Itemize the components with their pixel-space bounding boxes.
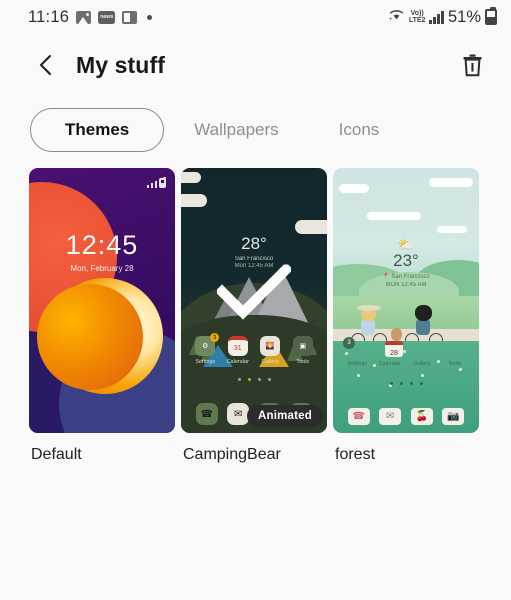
status-bar: 11:16 news + Vo)) LTE2 51% (0, 0, 511, 34)
decor-orange-orb (37, 284, 143, 390)
preview-app-settings: Settings (342, 361, 372, 367)
preview-app-row: Settings Calendar Gallery Tools (333, 361, 479, 367)
calendar-icon: 28 (385, 341, 403, 357)
cloud-icon (367, 212, 421, 220)
tab-icons[interactable]: Icons (309, 108, 410, 152)
preview-app-tools: Tools (440, 361, 470, 367)
wifi-icon: + (388, 8, 405, 27)
notification-badge: 3 (210, 333, 220, 342)
cloud-icon (181, 194, 207, 207)
photo-icon (76, 10, 92, 24)
preview-app-label: Gallery (413, 361, 431, 367)
trash-icon (463, 54, 481, 77)
preview-app-label: Settings (347, 361, 368, 367)
battery-icon (485, 7, 497, 25)
preview-page-indicator (181, 378, 327, 381)
theme-name-default: Default (31, 446, 82, 463)
animated-badge: Animated (247, 405, 323, 427)
cloud-icon (181, 172, 201, 183)
preview-location: 📍 San Francisco (382, 274, 430, 280)
preview-app-calendar: Calendar (375, 361, 405, 367)
status-bar-clock: 11:16 (28, 7, 70, 26)
gallery-icon: 🌄 (260, 336, 281, 356)
notification-badge: 3 (343, 337, 355, 349)
split-screen-icon (122, 10, 138, 24)
messages-icon: ✉ (379, 408, 402, 425)
svg-text:+: + (389, 17, 393, 22)
preview-app-gallery: Gallery (407, 361, 437, 367)
cloud-icon (437, 226, 467, 233)
app-bar: My stuff (0, 34, 511, 96)
preview-app-calendar: 31 Calendar (223, 336, 253, 365)
back-chevron-icon (39, 55, 51, 75)
theme-name-campingbear: CampingBear (183, 446, 281, 463)
gear-icon: ⚙ 3 (195, 333, 220, 356)
back-button[interactable] (30, 50, 60, 80)
status-bar-left: 11:16 news (28, 7, 153, 27)
preview-date: Mon, February 28 (70, 264, 134, 273)
preview-app-tools: ▣ Tools (288, 336, 318, 365)
cloud-icon (429, 178, 473, 187)
tab-themes[interactable]: Themes (30, 108, 165, 152)
camera-icon: 📷 (442, 408, 465, 425)
preview-app-label: Tools (448, 361, 462, 367)
status-bar-right: + Vo)) LTE2 51% (388, 7, 497, 27)
selected-check-icon (214, 262, 294, 326)
cloud-icon (339, 184, 369, 193)
battery-percent: 51% (447, 7, 481, 26)
theme-card-forest[interactable]: ⛅ 23° 📍 San Francisco MON 12:45 AM Setti… (333, 168, 479, 464)
preview-status-bar (146, 175, 166, 188)
preview-app-gallery: 🌄 Gallery (255, 336, 285, 365)
tab-wallpapers[interactable]: Wallpapers (164, 108, 308, 152)
tools-icon: ▣ (292, 336, 313, 356)
theme-list[interactable]: 12:45 Mon, February 28 Default 28° San F… (0, 168, 511, 464)
preview-app-label: Settings (195, 359, 216, 365)
calendar-icon: 31 (227, 336, 248, 356)
preview-time: 12:45 (65, 230, 139, 260)
phone-icon: ☎ (347, 408, 370, 425)
preview-dock: ☎ ✉ 🍒 📷 (333, 408, 479, 425)
page-title: My stuff (76, 51, 165, 78)
preview-app-label: Tools (296, 359, 310, 365)
theme-preview-default[interactable]: 12:45 Mon, February 28 (29, 168, 175, 433)
preview-temperature: 28° (241, 234, 267, 253)
preview-temperature: 23° (393, 251, 419, 270)
preview-app-row: ⚙ 3 Settings 31 Calendar 🌄 Gallery ▣ Too… (181, 333, 327, 365)
theme-card-campingbear[interactable]: 28° San Francisco Mon 12:45 AM ⚙ 3 Setti… (181, 168, 327, 464)
preview-location: San Francisco (234, 256, 274, 262)
signal-bars-icon (429, 10, 444, 24)
preview-app-label: Gallery (261, 359, 279, 365)
theme-preview-campingbear[interactable]: 28° San Francisco Mon 12:45 AM ⚙ 3 Setti… (181, 168, 327, 433)
card-icon: news (98, 10, 116, 24)
cloud-icon (295, 220, 327, 234)
delete-button[interactable] (455, 48, 489, 82)
preview-datetime: MON 12:45 AM (385, 282, 427, 288)
volte-icon: Vo)) LTE2 (408, 10, 426, 24)
preview-app-label: Calendar (378, 361, 401, 367)
bear-figure (391, 328, 402, 341)
messages-icon: ✉ (227, 403, 250, 425)
theme-name-forest: forest (335, 446, 376, 463)
phone-icon: ☎ (195, 403, 218, 425)
preview-lockscreen-clock: 12:45 Mon, February 28 (29, 230, 175, 274)
weather-sun-cloud-icon: ⛅ (397, 237, 415, 252)
theme-card-default[interactable]: 12:45 Mon, February 28 Default (29, 168, 175, 464)
dot-icon (147, 14, 153, 20)
preview-page-indicator (333, 382, 479, 385)
preview-app-label: Calendar (226, 359, 249, 365)
preview-weather-widget: ⛅ 23° 📍 San Francisco MON 12:45 AM (333, 238, 479, 288)
preview-app-settings: ⚙ 3 Settings (190, 333, 220, 365)
berries-icon: 🍒 (410, 408, 433, 425)
theme-preview-forest[interactable]: ⛅ 23° 📍 San Francisco MON 12:45 AM Setti… (333, 168, 479, 433)
tab-bar: Themes Wallpapers Icons (0, 96, 511, 164)
